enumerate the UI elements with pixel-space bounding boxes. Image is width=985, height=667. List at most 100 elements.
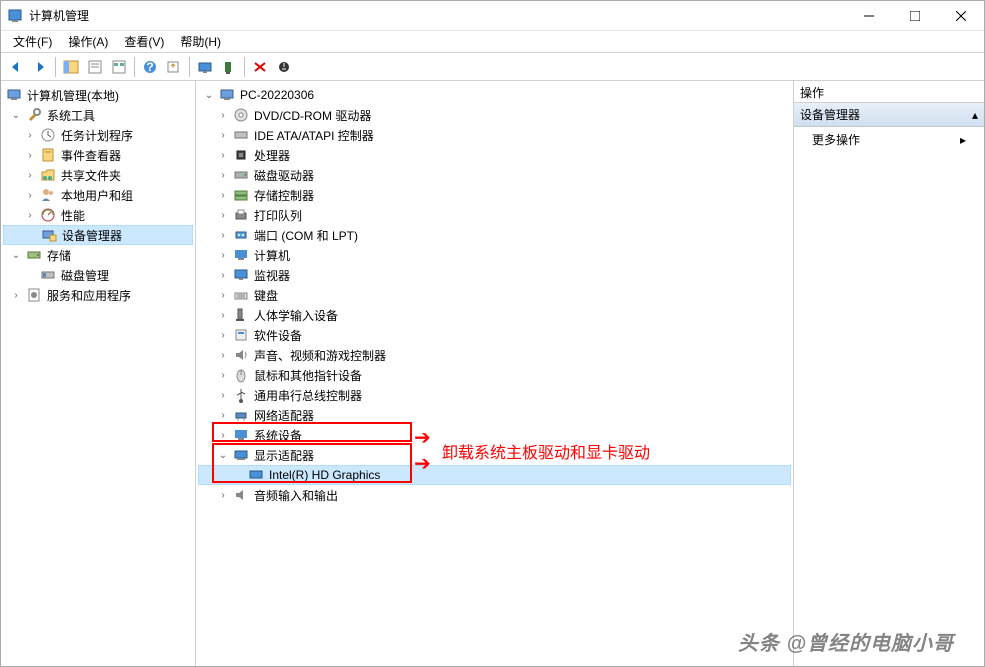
pc-icon: [233, 247, 249, 263]
export-button[interactable]: [163, 56, 185, 78]
device-storage-ctrl[interactable]: ›存储控制器: [198, 185, 791, 205]
tree-shared-folders[interactable]: › 共享文件夹: [3, 165, 193, 185]
minimize-button[interactable]: [846, 1, 892, 31]
port-icon: [233, 227, 249, 243]
expand-icon[interactable]: ›: [216, 148, 230, 162]
uninstall-button[interactable]: [249, 56, 271, 78]
refresh-button[interactable]: [108, 56, 130, 78]
monitor-icon: [233, 267, 249, 283]
device-ide[interactable]: ›IDE ATA/ATAPI 控制器: [198, 125, 791, 145]
menubar: 文件(F) 操作(A) 查看(V) 帮助(H): [1, 31, 984, 53]
device-disk-drives[interactable]: ›磁盘驱动器: [198, 165, 791, 185]
expand-icon[interactable]: ›: [216, 388, 230, 402]
tree-event-viewer[interactable]: › 事件查看器: [3, 145, 193, 165]
device-keyboard[interactable]: ›键盘: [198, 285, 791, 305]
device-mouse[interactable]: ›鼠标和其他指针设备: [198, 365, 791, 385]
collapse-icon[interactable]: ⌄: [216, 448, 230, 462]
hdd-icon: [233, 167, 249, 183]
toolbar-separator: [244, 57, 245, 77]
expand-icon[interactable]: ›: [216, 368, 230, 382]
maximize-button[interactable]: [892, 1, 938, 31]
expand-icon[interactable]: ›: [216, 288, 230, 302]
expand-icon[interactable]: ›: [216, 128, 230, 142]
collapse-icon[interactable]: ⌄: [9, 108, 23, 122]
tree-local-users[interactable]: › 本地用户和组: [3, 185, 193, 205]
window-titlebar: 计算机管理: [1, 1, 984, 31]
expand-icon[interactable]: ›: [216, 488, 230, 502]
tree-root[interactable]: 计算机管理(本地): [3, 85, 193, 105]
menu-file[interactable]: 文件(F): [5, 31, 60, 52]
device-system[interactable]: ›系统设备: [198, 425, 791, 445]
scan-hardware-button[interactable]: [194, 56, 216, 78]
expand-icon[interactable]: ›: [9, 288, 23, 302]
expand-icon[interactable]: ›: [23, 188, 37, 202]
device-ports[interactable]: ›端口 (COM 和 LPT): [198, 225, 791, 245]
collapse-icon[interactable]: ⌄: [9, 248, 23, 262]
expand-icon[interactable]: ›: [216, 248, 230, 262]
tree-services-apps[interactable]: › 服务和应用程序: [3, 285, 193, 305]
show-hide-tree-button[interactable]: [60, 56, 82, 78]
help-button[interactable]: ?: [139, 56, 161, 78]
forward-button[interactable]: [29, 56, 51, 78]
device-display[interactable]: ⌄显示适配器: [198, 445, 791, 465]
device-usb[interactable]: ›通用串行总线控制器: [198, 385, 791, 405]
menu-action[interactable]: 操作(A): [60, 31, 116, 52]
software-icon: [233, 327, 249, 343]
tree-device-manager[interactable]: 设备管理器: [3, 225, 193, 245]
tree-disk-management[interactable]: 磁盘管理: [3, 265, 193, 285]
clock-icon: [40, 127, 56, 143]
tree-performance[interactable]: › 性能: [3, 205, 193, 225]
expand-icon[interactable]: ›: [216, 268, 230, 282]
device-hid[interactable]: ›人体学输入设备: [198, 305, 791, 325]
device-manager-icon: [41, 227, 57, 243]
expand-icon[interactable]: ›: [23, 148, 37, 162]
device-sound[interactable]: ›声音、视频和游戏控制器: [198, 345, 791, 365]
actions-section[interactable]: 设备管理器 ▴: [794, 103, 984, 127]
keyboard-icon: [233, 287, 249, 303]
collapse-triangle-icon[interactable]: ▴: [972, 108, 978, 122]
close-button[interactable]: [938, 1, 984, 31]
console-tree-pane[interactable]: 计算机管理(本地) ⌄ 系统工具 › 任务计划程序 › 事件查看器 › 共享文件…: [1, 81, 196, 666]
expand-icon[interactable]: ›: [216, 108, 230, 122]
expand-icon[interactable]: ›: [216, 208, 230, 222]
device-audio-io[interactable]: ›音频输入和输出: [198, 485, 791, 505]
device-software[interactable]: ›软件设备: [198, 325, 791, 345]
mouse-icon: [233, 367, 249, 383]
device-tree-pane[interactable]: ⌄ PC-20220306 ›DVD/CD-ROM 驱动器 ›IDE ATA/A…: [196, 81, 794, 666]
tools-icon: [26, 107, 42, 123]
disable-button[interactable]: [273, 56, 295, 78]
expand-icon[interactable]: ›: [216, 228, 230, 242]
update-driver-button[interactable]: [218, 56, 240, 78]
device-print-queue[interactable]: ›打印队列: [198, 205, 791, 225]
device-computer[interactable]: ›计算机: [198, 245, 791, 265]
device-intel-hd[interactable]: Intel(R) HD Graphics: [198, 465, 791, 485]
speaker-icon: [233, 347, 249, 363]
expand-icon[interactable]: ›: [216, 408, 230, 422]
tree-storage[interactable]: ⌄ 存储: [3, 245, 193, 265]
expand-icon[interactable]: ›: [23, 128, 37, 142]
expand-icon[interactable]: ›: [216, 428, 230, 442]
expand-icon[interactable]: ›: [23, 168, 37, 182]
expand-icon[interactable]: ›: [216, 308, 230, 322]
device-root[interactable]: ⌄ PC-20220306: [198, 85, 791, 105]
storage-icon: [26, 247, 42, 263]
expand-icon[interactable]: ›: [216, 188, 230, 202]
expand-icon[interactable]: ›: [216, 328, 230, 342]
menu-help[interactable]: 帮助(H): [172, 31, 229, 52]
users-icon: [40, 187, 56, 203]
device-cpu[interactable]: ›处理器: [198, 145, 791, 165]
tree-system-tools[interactable]: ⌄ 系统工具: [3, 105, 193, 125]
collapse-icon[interactable]: ⌄: [202, 88, 216, 102]
device-dvd[interactable]: ›DVD/CD-ROM 驱动器: [198, 105, 791, 125]
actions-more[interactable]: 更多操作 ▸: [794, 127, 984, 152]
back-button[interactable]: [5, 56, 27, 78]
device-monitor[interactable]: ›监视器: [198, 265, 791, 285]
menu-view[interactable]: 查看(V): [116, 31, 172, 52]
expand-icon[interactable]: ›: [23, 208, 37, 222]
expand-icon[interactable]: ›: [216, 348, 230, 362]
toolbar-separator: [189, 57, 190, 77]
device-network[interactable]: ›网络适配器: [198, 405, 791, 425]
expand-icon[interactable]: ›: [216, 168, 230, 182]
tree-task-scheduler[interactable]: › 任务计划程序: [3, 125, 193, 145]
properties-button[interactable]: [84, 56, 106, 78]
